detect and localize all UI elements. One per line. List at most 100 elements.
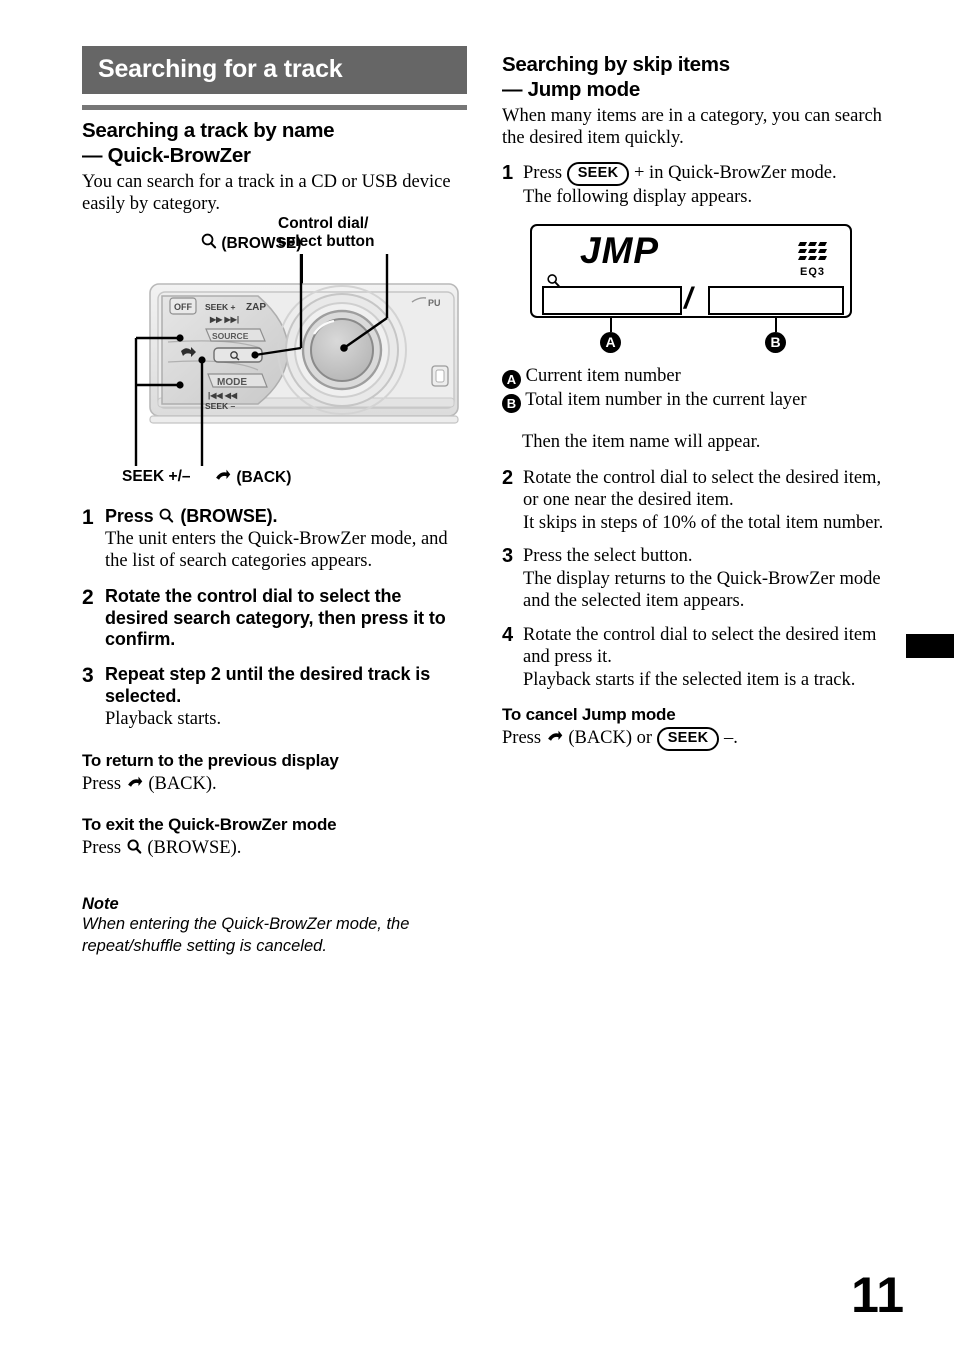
jump-step-4-lead: Rotate the control dial to select the de…	[523, 624, 877, 668]
callout-line-a	[610, 317, 612, 332]
step-2-number: 2	[82, 585, 94, 609]
back-arrow-icon	[126, 774, 144, 791]
svg-text:SEEK –: SEEK –	[205, 401, 236, 411]
legend-text-a: Current item number	[525, 365, 681, 386]
right-section-title: Searching by skip items — Jump mode	[502, 52, 884, 102]
step-1-lead: Press (BROWSE).	[105, 506, 467, 528]
svg-text:OFF: OFF	[174, 302, 192, 312]
jump-step-3-number: 3	[502, 545, 514, 568]
head-unit-illustration: OFF SEEK + ZAP ▶▶ ▶▶| SOURCE MODE |◀◀ ◀◀	[134, 253, 459, 466]
seek-button-key: SEEK	[656, 727, 720, 752]
jump-step-1-description: The following display appears.	[523, 187, 753, 208]
subsection-title-return: To return to the previous display	[82, 750, 339, 770]
page-number: 11	[851, 1267, 904, 1323]
jump-step-1-list: 1 Press SEEK + in Quick-BrowZer mode. Th…	[502, 161, 884, 209]
jump-step-3-description: The display returns to the Quick-BrowZer…	[523, 568, 881, 612]
jump-step-1-number: 1	[502, 161, 514, 184]
step-1-number: 1	[82, 505, 94, 529]
step-3-description: Playback starts.	[105, 709, 222, 730]
jump-step-1-suffix: + in Quick-BrowZer mode.	[629, 162, 837, 183]
section-banner: Searching for a track	[82, 46, 467, 94]
lcd-display-bezel: JMP / EQ3	[530, 223, 852, 318]
callout-line-b	[775, 317, 777, 332]
callout-badge-a: A	[600, 331, 621, 353]
left-steps-list: 1 Press (BROWSE). The unit enters the Qu…	[82, 506, 467, 731]
seek-label-text: SEEK +/–	[122, 467, 191, 485]
legend-badge-a: A	[502, 369, 521, 389]
jump-step-1-prefix: Press	[523, 162, 567, 183]
right-intro-text: When many items are in a category, you c…	[502, 106, 882, 149]
jump-step-2-lead: Rotate the control dial to select the de…	[523, 468, 882, 511]
head-unit-figure: (BROWSE) Control dial/ select button OFF…	[82, 215, 467, 492]
right-section-title-line1: Searching by skip items	[502, 53, 730, 76]
eq3-indicator: EQ3	[798, 234, 838, 283]
jump-steps-list: 2 Rotate the control dial to select the …	[502, 467, 884, 691]
left-column: Searching for a track Searching a track …	[82, 46, 467, 957]
right-section-title-line2: — Jump mode	[502, 78, 640, 101]
svg-text:SOURCE: SOURCE	[212, 331, 249, 341]
cancel-middle: (BACK) or	[563, 728, 657, 749]
after-legend-text: Then the item name will appear.	[522, 431, 761, 452]
step-2-lead: Rotate the control dial to select the de…	[105, 585, 446, 650]
legend-badge-b: B	[502, 393, 521, 413]
svg-text:▶▶ ▶▶|: ▶▶ ▶▶|	[209, 315, 239, 324]
page-title: Searching a track by name — Quick-BrowZe…	[82, 118, 467, 168]
magnifier-icon	[158, 507, 175, 525]
legend-row-b: B Total item number in the current layer	[502, 389, 884, 413]
lcd-separator: /	[684, 281, 693, 315]
magnifier-icon	[126, 838, 143, 856]
jump-step-2-number: 2	[502, 467, 514, 489]
note-title: Note	[82, 895, 119, 914]
svg-text:SEEK +: SEEK +	[205, 302, 236, 312]
svg-text:EQ3: EQ3	[800, 266, 825, 278]
jump-step-3-lead: Press the select button.	[523, 546, 693, 567]
right-column: Searching by skip items — Jump mode When…	[502, 44, 884, 752]
subsection-title-exit: To exit the Quick-BrowZer mode	[82, 814, 337, 834]
exit-press-suffix: (BROWSE).	[142, 837, 242, 858]
step-3-lead: Repeat step 2 until the desired track is…	[105, 664, 431, 707]
seek-button-key: SEEK	[566, 161, 630, 187]
svg-text:PU: PU	[428, 298, 441, 308]
page-title-line2: — Quick-BrowZer	[82, 144, 251, 167]
step-3-number: 3	[82, 664, 94, 688]
lcd-total-item-field	[708, 285, 844, 315]
jump-step-2: 2 Rotate the control dial to select the …	[502, 467, 884, 534]
step-2: 2 Rotate the control dial to select the …	[82, 586, 467, 652]
seek-label: SEEK +/–	[122, 468, 191, 486]
jump-step-2-description: It skips in steps of 10% of the total it…	[523, 512, 884, 533]
jump-step-4-number: 4	[502, 623, 514, 646]
svg-text:ZAP: ZAP	[246, 302, 266, 313]
lcd-mode-text: JMP	[580, 229, 660, 271]
jump-step-3: 3 Press the select button. The display r…	[502, 545, 884, 612]
jump-step-4: 4 Rotate the control dial to select the …	[502, 624, 884, 691]
jump-step-1-lead: Press SEEK + in Quick-BrowZer mode.	[523, 161, 884, 187]
edge-thumb-tab	[906, 634, 954, 658]
step-3: 3 Repeat step 2 until the desired track …	[82, 664, 467, 730]
cancel-jump-title: To cancel Jump mode	[502, 705, 676, 725]
legend-text-b: Total item number in the current layer	[525, 389, 807, 410]
back-arrow-icon	[546, 728, 564, 745]
note-body: When entering the Quick-BrowZer mode, th…	[82, 915, 410, 955]
svg-text:|◀◀ ◀◀: |◀◀ ◀◀	[208, 391, 238, 400]
cancel-jump-body: Press (BACK) or SEEK –.	[502, 727, 884, 752]
subsection-body-exit: Press (BROWSE).	[82, 837, 467, 859]
step-1-description: The unit enters the Quick-BrowZer mode, …	[105, 528, 448, 572]
lcd-current-item-field	[542, 285, 682, 315]
cancel-suffix: –.	[719, 728, 738, 749]
exit-press-prefix: Press	[82, 837, 126, 858]
step-1-lead-suffix: (BROWSE).	[175, 505, 278, 526]
back-arrow-icon	[214, 467, 232, 484]
left-intro-text: You can search for a track in a CD or US…	[82, 172, 451, 215]
svg-text:MODE: MODE	[217, 377, 247, 388]
back-label: (BACK)	[214, 467, 291, 487]
callout-badge-b: B	[765, 331, 786, 353]
lcd-display-figure: JMP / EQ3 A B	[502, 220, 884, 365]
jump-step-1: 1 Press SEEK + in Quick-BrowZer mode. Th…	[502, 161, 884, 209]
return-press-suffix: (BACK).	[143, 773, 217, 794]
jump-step-4-description: Playback starts if the selected item is …	[523, 669, 856, 690]
subsection-body-return: Press (BACK).	[82, 773, 467, 795]
legend-row-a: A Current item number	[502, 365, 884, 389]
cancel-prefix: Press	[502, 728, 546, 749]
back-label-text: (BACK)	[236, 468, 292, 486]
page-title-line1: Searching a track by name	[82, 119, 335, 142]
